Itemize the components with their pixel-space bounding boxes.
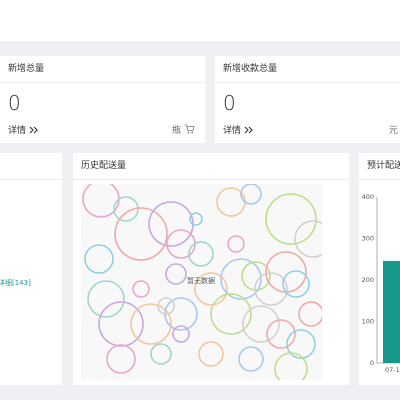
new-payment-title: 新增收款总量 [215,56,400,83]
decorative-bubble [227,235,245,253]
details-label: 详情 [223,126,242,136]
y-tick-label: 0 [370,359,374,367]
decorative-bubble [172,325,190,343]
decorative-bubble [87,280,125,318]
y-tick-label: 200 [362,276,374,284]
top-banner-card [0,0,400,43]
x-tick-label: 07-1 [385,366,400,374]
history-empty-text: 暂无数据 [187,277,215,285]
new-payment-unit: 元 [389,126,399,136]
new-payment-details-link[interactable]: 详情 [223,123,254,136]
new-total-card: 新增总量 0 详情 瓶 [0,56,205,143]
y-tick-label: 400 [362,193,374,201]
decorative-bubble [148,201,194,247]
decorative-bubble [84,244,114,274]
y-tick-label: 100 [362,318,374,326]
forecast-chart: 400 300 200 100 0 07-1 [362,193,400,374]
details-label: 详情 [8,126,27,136]
new-total-unit: 瓶 [172,123,195,136]
decorative-bubble [150,343,172,365]
history-panel-card: 历史配送量 暂无数据 [73,153,349,385]
decorative-bubble [265,193,317,245]
decorative-bubble [210,293,252,335]
new-total-details-link[interactable]: 详情 [8,123,39,136]
new-payment-card: 新增收款总量 0 详情 元 [215,56,400,143]
double-chevron-right-icon [244,126,254,136]
cart-icon [184,124,195,136]
new-payment-value: 0 [223,91,236,115]
decorative-bubble [240,184,262,205]
decorative-bubble [294,220,322,258]
forecast-panel-card: 预计配送 400 300 200 100 0 07-1 [359,153,400,385]
decorative-bubble [298,301,322,327]
decorative-bubble [114,207,168,261]
left-panel-details-link[interactable]: 详细[143] [0,278,31,288]
decorative-bubble [165,263,187,285]
history-panel-title: 历史配送量 [73,153,349,180]
forecast-bar[interactable] [383,260,400,363]
decorative-bubble [132,280,150,298]
new-total-value: 0 [8,91,21,115]
decorative-bubble [274,352,308,380]
decorative-bubble [238,346,264,372]
decorative-bubble [188,241,214,267]
left-panel-header [0,153,62,180]
bottle-unit-label: 瓶 [172,126,182,136]
new-total-title: 新增总量 [0,56,205,83]
history-chart-area: 暂无数据 [81,184,322,380]
decorative-bubble [198,341,224,367]
y-tick-label: 300 [362,235,374,243]
forecast-panel-title: 预计配送 [359,153,400,180]
left-panel-card: 详细[143] [0,153,62,385]
double-chevron-right-icon [29,126,39,136]
decorative-bubble [106,344,136,374]
